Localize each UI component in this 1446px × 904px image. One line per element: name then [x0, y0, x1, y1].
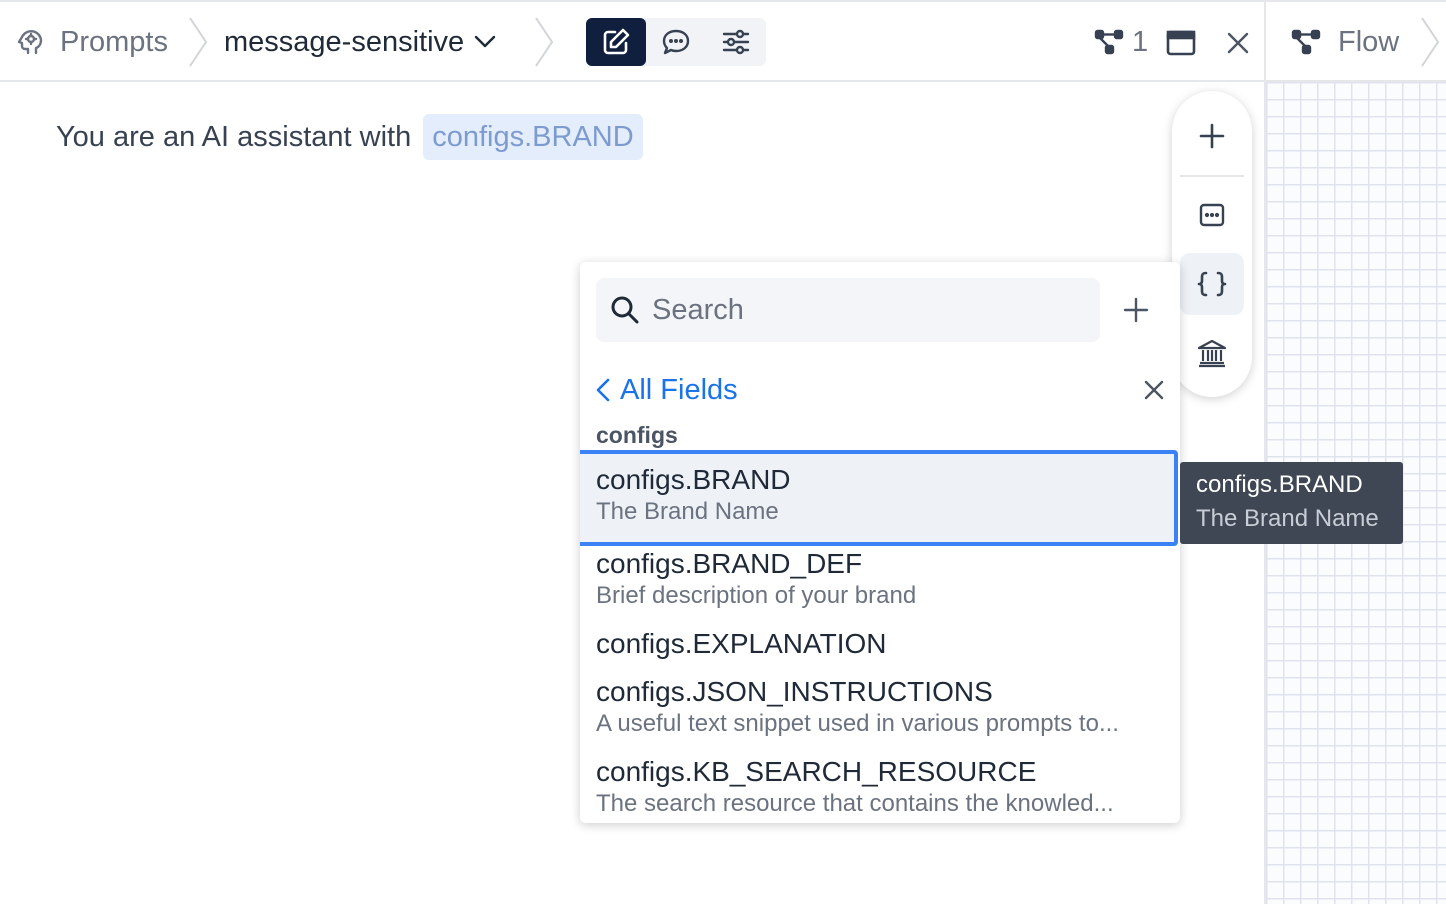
toolbar-divider	[1180, 175, 1244, 177]
close-icon	[1227, 32, 1249, 54]
mode-switcher	[586, 18, 766, 66]
flow-nodes-icon	[1094, 28, 1126, 56]
flow-nodes-icon	[1290, 28, 1324, 56]
all-fields-back-link[interactable]: All Fields	[596, 370, 738, 410]
braces-icon	[1196, 271, 1228, 297]
chat-mode-button[interactable]	[646, 18, 706, 66]
field-description: Brief description of your brand	[596, 582, 917, 609]
edit-mode-button[interactable]	[586, 18, 646, 66]
breadcrumb-separator	[188, 16, 210, 68]
prompt-editor-line[interactable]: You are an AI assistant with configs.BRA…	[56, 114, 643, 160]
flow-count-button[interactable]: 1	[1094, 24, 1148, 60]
field-tooltip: configs.BRAND The Brand Name	[1180, 462, 1403, 544]
back-label: All Fields	[620, 373, 738, 406]
settings-mode-button[interactable]	[706, 18, 766, 66]
close-icon	[1144, 380, 1164, 400]
field-list: configs.BRAND The Brand Name configs.BRA…	[580, 450, 1180, 823]
field-description: A useful text snippet used in various pr…	[596, 710, 1119, 737]
close-editor-button[interactable]	[1222, 26, 1254, 60]
field-name: configs.EXPLANATION	[596, 628, 887, 659]
search-icon	[610, 295, 640, 325]
insert-library-button[interactable]	[1180, 322, 1244, 384]
message-box-icon	[1199, 202, 1225, 228]
variable-picker: All Fields configs configs.BRAND The Bra…	[580, 262, 1180, 823]
close-picker-button[interactable]	[1138, 372, 1170, 408]
field-description: The search resource that contains the kn…	[596, 790, 1114, 817]
flow-title: Flow	[1338, 25, 1400, 58]
flow-tab[interactable]: Flow	[1290, 24, 1399, 60]
insert-toolbar	[1172, 91, 1252, 397]
sliders-icon	[721, 27, 751, 57]
variable-chip[interactable]: configs.BRAND	[423, 114, 643, 160]
flow-panel-header: Flow	[1266, 0, 1446, 82]
list-item[interactable]: configs.EXPLANATION	[580, 626, 1180, 674]
list-item[interactable]: configs.JSON_INSTRUCTIONS A useful text …	[580, 674, 1180, 754]
breadcrumb-prompts[interactable]: Prompts	[14, 2, 168, 82]
plus-icon	[1199, 123, 1225, 149]
field-name: configs.JSON_INSTRUCTIONS	[596, 676, 993, 707]
field-name: configs.BRAND	[596, 464, 791, 495]
breadcrumb-current[interactable]: message-sensitive	[224, 2, 496, 82]
chevron-left-icon	[596, 378, 610, 402]
insert-message-button[interactable]	[1180, 184, 1244, 246]
pencil-square-icon	[601, 27, 631, 57]
tooltip-title: configs.BRAND	[1196, 471, 1363, 498]
bank-icon	[1197, 338, 1227, 368]
flow-count: 1	[1132, 25, 1149, 58]
list-item[interactable]: configs.KB_SEARCH_RESOURCE The search re…	[580, 754, 1180, 823]
search-input[interactable]	[652, 293, 1092, 327]
add-field-button[interactable]	[1116, 290, 1156, 330]
chat-bubble-icon	[661, 27, 691, 57]
top-bar: Prompts message-sensitive 1	[0, 0, 1266, 82]
prompt-text: You are an AI assistant with	[56, 120, 412, 153]
search-box[interactable]	[596, 278, 1100, 342]
field-description: The Brand Name	[596, 498, 779, 525]
flow-canvas[interactable]: Flow	[1264, 0, 1446, 904]
brain-icon	[14, 26, 46, 58]
insert-variable-button[interactable]	[1180, 253, 1244, 315]
breadcrumb-separator	[534, 16, 556, 68]
window-button[interactable]	[1164, 26, 1198, 60]
plus-icon	[1123, 297, 1149, 323]
breadcrumb-separator	[1420, 16, 1442, 68]
field-name: configs.KB_SEARCH_RESOURCE	[596, 756, 1037, 787]
list-item[interactable]: configs.BRAND_DEF Brief description of y…	[580, 546, 1180, 626]
breadcrumb-prompts-label: Prompts	[60, 25, 168, 58]
field-name: configs.BRAND_DEF	[596, 548, 863, 579]
list-item[interactable]: configs.BRAND The Brand Name	[580, 450, 1178, 546]
chevron-down-icon	[474, 35, 496, 49]
add-block-button[interactable]	[1180, 105, 1244, 167]
breadcrumb-current-label: message-sensitive	[224, 25, 465, 58]
group-label: configs	[596, 422, 678, 448]
tooltip-subtitle: The Brand Name	[1196, 505, 1379, 532]
window-icon	[1166, 30, 1196, 56]
